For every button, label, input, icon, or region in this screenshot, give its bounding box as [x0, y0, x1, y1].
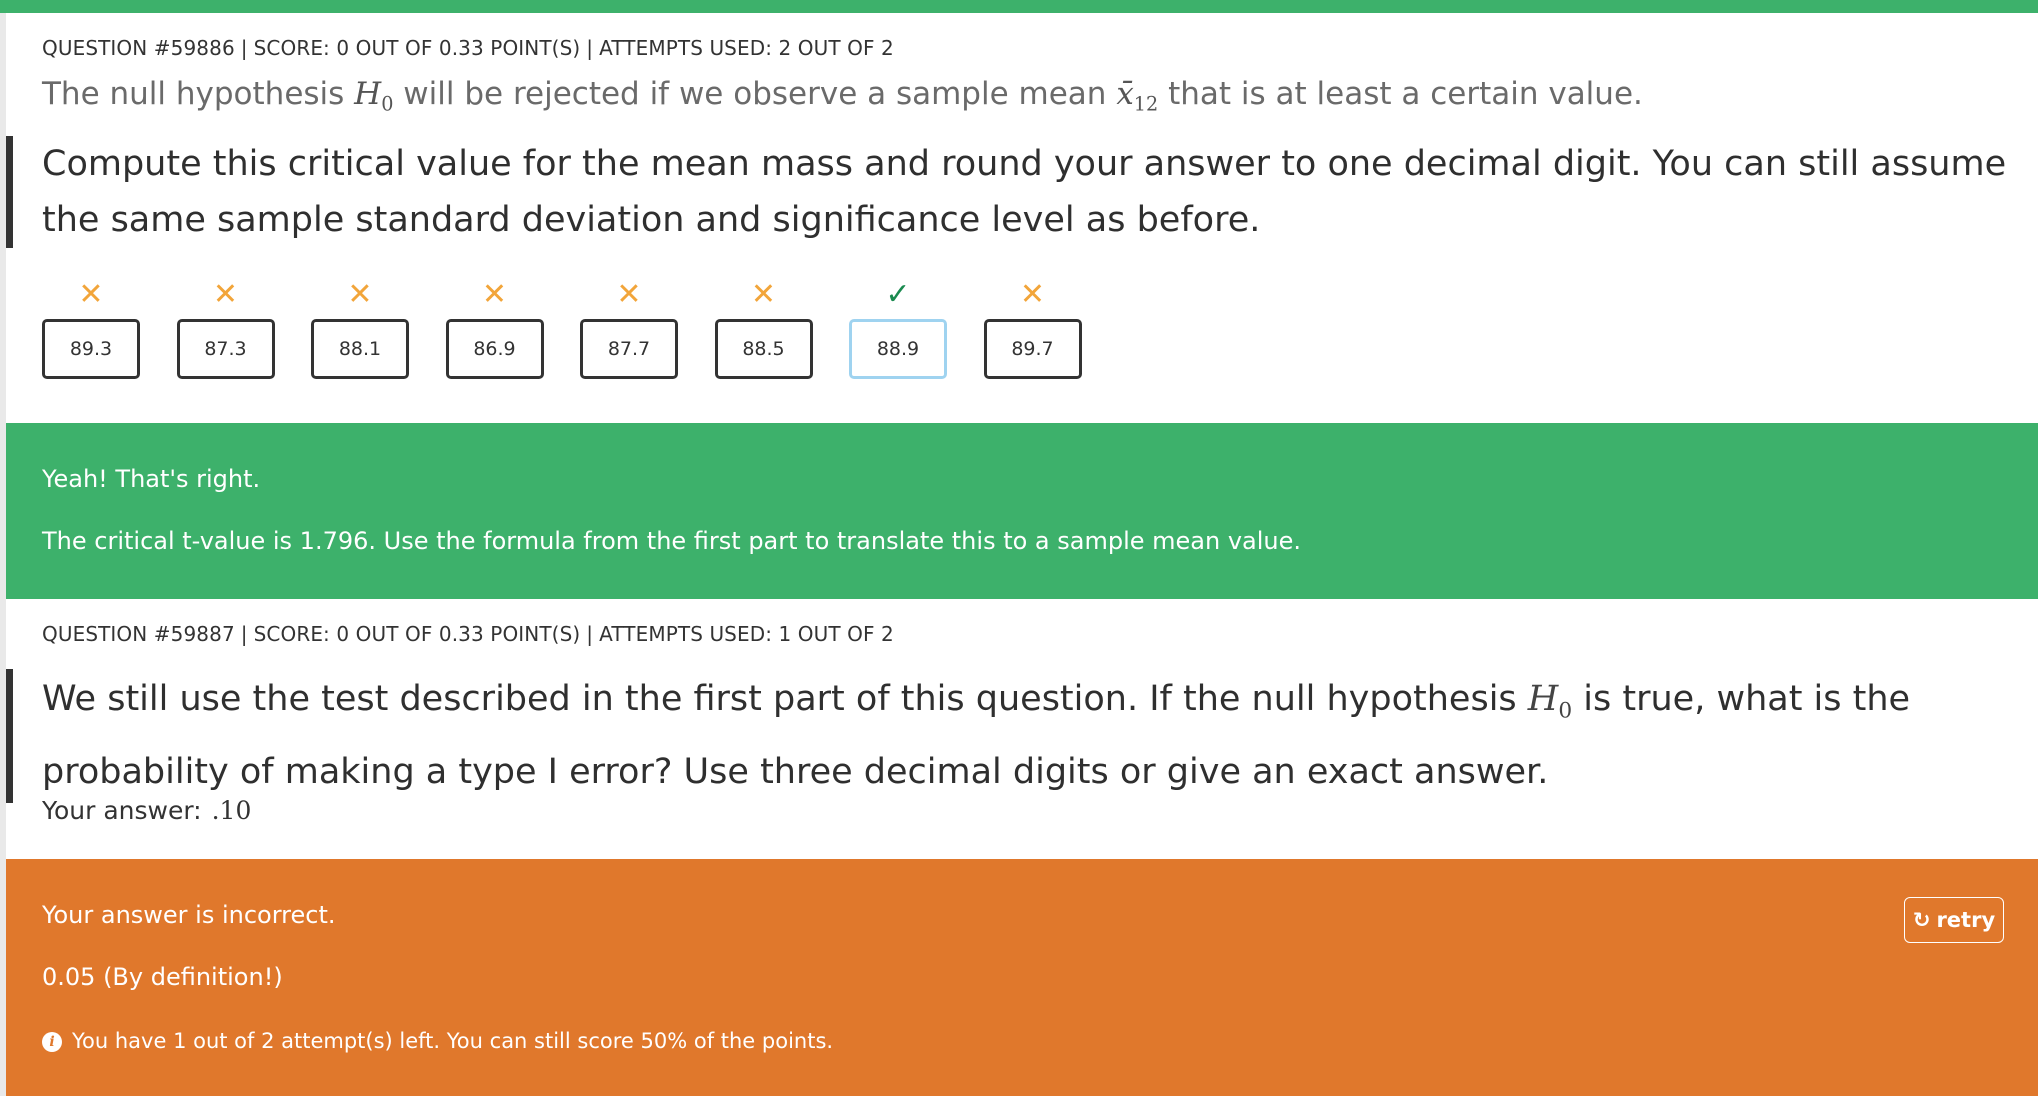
answer-option[interactable]: 86.9 — [445, 319, 544, 379]
check-icon: ✓ — [885, 277, 911, 312]
q1-intro-text: will be rejected if we observe a sample … — [403, 76, 1107, 112]
q2-feedback-solution: 0.05 (By definition!) — [42, 963, 283, 991]
answer-value: .10 — [211, 796, 252, 825]
h0-letter: H — [354, 76, 382, 112]
cross-icon: ✕ — [347, 277, 373, 312]
separator: | — [586, 622, 594, 646]
xbar-subscript: 12 — [1133, 92, 1159, 116]
q1-number: QUESTION #59886 — [42, 36, 235, 60]
retry-button[interactable]: ↻ retry — [1904, 897, 2004, 943]
separator: | — [586, 36, 594, 60]
cross-icon: ✕ — [750, 277, 777, 312]
q2-answer: Your answer: .10 — [42, 796, 251, 825]
h0-symbol: H0 — [1527, 679, 1572, 724]
cross-icon: ✕ — [212, 277, 239, 312]
q1-question-block: Compute this critical value for the mean… — [6, 136, 2022, 248]
separator: | — [240, 36, 248, 60]
q1-question-text: Compute this critical value for the mean… — [42, 144, 2007, 240]
q1-intro-text: that is at least a certain value. — [1168, 76, 1643, 112]
q1-feedback-text: The critical t-value is 1.796. Use the f… — [42, 527, 1302, 555]
top-status-bar — [0, 0, 2038, 13]
answer-option[interactable]: 87.3 — [176, 319, 275, 379]
q2-feedback-panel: Your answer is incorrect. 0.05 (By defin… — [6, 859, 2038, 1096]
answer-option[interactable]: 87.7 — [580, 319, 678, 379]
q2-question-text-part: We still use the test described in the f… — [42, 679, 1517, 719]
q2-attempts: ATTEMPTS USED: 1 OUT OF 2 — [599, 622, 894, 646]
q1-feedback-title: Yeah! That's right. — [42, 465, 261, 493]
separator: | — [240, 622, 248, 646]
cross-icon: ✕ — [481, 277, 508, 312]
q2-score: SCORE: 0 OUT OF 0.33 POINT(S) — [253, 622, 581, 646]
info-icon: i — [42, 1032, 62, 1052]
answer-label: Your answer: — [42, 796, 202, 825]
h0-subscript: 0 — [1558, 698, 1573, 724]
q1-intro: The null hypothesis H0 will be rejected … — [42, 76, 1643, 116]
retry-icon: ↻ — [1912, 908, 1931, 932]
h0-subscript: 0 — [381, 92, 394, 116]
q2-attempts-info: i You have 1 out of 2 attempt(s) left. Yo… — [42, 1029, 833, 1053]
q2-question-text: We still use the test described in the f… — [42, 669, 2022, 803]
retry-label: retry — [1936, 908, 1996, 932]
q1-score: SCORE: 0 OUT OF 0.33 POINT(S) — [253, 36, 581, 60]
answer-option[interactable]: 88.5 — [714, 319, 813, 379]
q2-question-block: We still use the test described in the f… — [6, 669, 2022, 803]
h0-letter: H — [1527, 679, 1559, 719]
q2-meta: QUESTION #59887 | SCORE: 0 OUT OF 0.33 POI… — [42, 622, 894, 646]
q2-feedback-title: Your answer is incorrect. — [42, 901, 336, 929]
cross-icon: ✕ — [1019, 277, 1046, 312]
answer-option[interactable]: 89.3 — [42, 319, 140, 379]
cross-icon: ✕ — [616, 277, 642, 312]
q2-number: QUESTION #59887 — [42, 622, 235, 646]
q1-intro-text: The null hypothesis — [42, 76, 345, 112]
q1-feedback-panel: Yeah! That's right. The critical t-value… — [6, 423, 2038, 599]
q1-attempts: ATTEMPTS USED: 2 OUT OF 2 — [599, 36, 894, 60]
attempts-info-text: You have 1 out of 2 attempt(s) left. You… — [72, 1029, 834, 1053]
h0-symbol: H0 — [354, 76, 393, 116]
xbar-symbol: x̄12 — [1116, 76, 1158, 116]
cross-icon: ✕ — [78, 277, 104, 312]
answer-option[interactable]: 88.1 — [311, 319, 409, 379]
xbar-letter: x̄ — [1116, 76, 1134, 112]
answer-option[interactable]: 88.9 — [849, 319, 947, 379]
q1-meta: QUESTION #59886 | SCORE: 0 OUT OF 0.33 POI… — [42, 36, 894, 60]
answer-option[interactable]: 89.7 — [983, 319, 1082, 379]
